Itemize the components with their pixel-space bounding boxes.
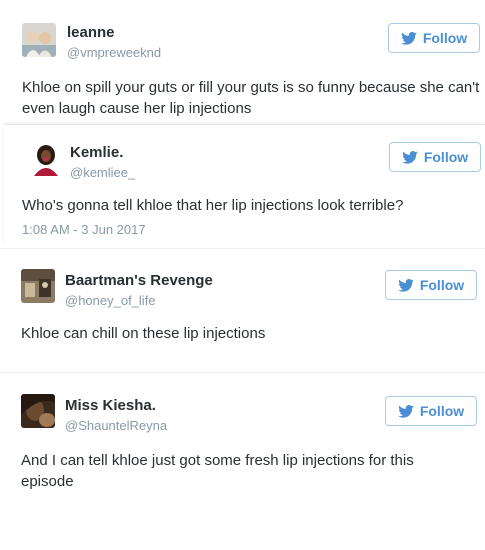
twitter-bird-icon bbox=[402, 150, 418, 164]
tweet-text: Who's gonna tell khloe that her lip inje… bbox=[22, 197, 404, 214]
tweet-card: Miss Kiesha. @ShauntelReyna Follow And I… bbox=[0, 372, 485, 550]
tweet-timestamp[interactable]: 1:08 AM - 3 Jun 2017 bbox=[22, 222, 146, 237]
tweet-text: Khloe can chill on these lip injections bbox=[21, 325, 266, 342]
follow-button[interactable]: Follow bbox=[388, 23, 480, 53]
user-handle[interactable]: @ShauntelReyna bbox=[65, 418, 167, 433]
follow-button[interactable]: Follow bbox=[389, 142, 481, 172]
avatar[interactable] bbox=[29, 142, 63, 176]
avatar[interactable] bbox=[21, 269, 55, 303]
avatar[interactable] bbox=[22, 23, 56, 57]
follow-label: Follow bbox=[419, 403, 465, 419]
user-handle[interactable]: @honey_of_life bbox=[65, 293, 156, 308]
display-name[interactable]: Miss Kiesha. bbox=[65, 397, 156, 414]
tweet-card: Kemlie. @kemliee_ Follow Who's gonna tel… bbox=[4, 124, 485, 244]
display-name[interactable]: leanne bbox=[67, 24, 115, 41]
avatar[interactable] bbox=[21, 394, 55, 428]
twitter-bird-icon bbox=[401, 31, 417, 45]
tweet-text: Khloe on spill your guts or fill your gu… bbox=[22, 79, 480, 117]
tweet-card: Baartman's Revenge @honey_of_life Follow… bbox=[0, 248, 485, 372]
follow-label: Follow bbox=[419, 277, 465, 293]
user-handle[interactable]: @kemliee_ bbox=[70, 165, 135, 180]
follow-label: Follow bbox=[423, 149, 469, 165]
display-name[interactable]: Baartman's Revenge bbox=[65, 272, 213, 289]
twitter-bird-icon bbox=[398, 404, 414, 418]
display-name[interactable]: Kemlie. bbox=[70, 144, 123, 161]
tweet-text: And I can tell khloe just got some fresh… bbox=[21, 452, 414, 490]
tweet-card: leanne @vmpreweeknd Follow Khloe on spil… bbox=[0, 0, 485, 124]
user-handle[interactable]: @vmpreweeknd bbox=[67, 45, 161, 60]
twitter-bird-icon bbox=[398, 278, 414, 292]
follow-button[interactable]: Follow bbox=[385, 270, 477, 300]
follow-label: Follow bbox=[422, 30, 468, 46]
follow-button[interactable]: Follow bbox=[385, 396, 477, 426]
